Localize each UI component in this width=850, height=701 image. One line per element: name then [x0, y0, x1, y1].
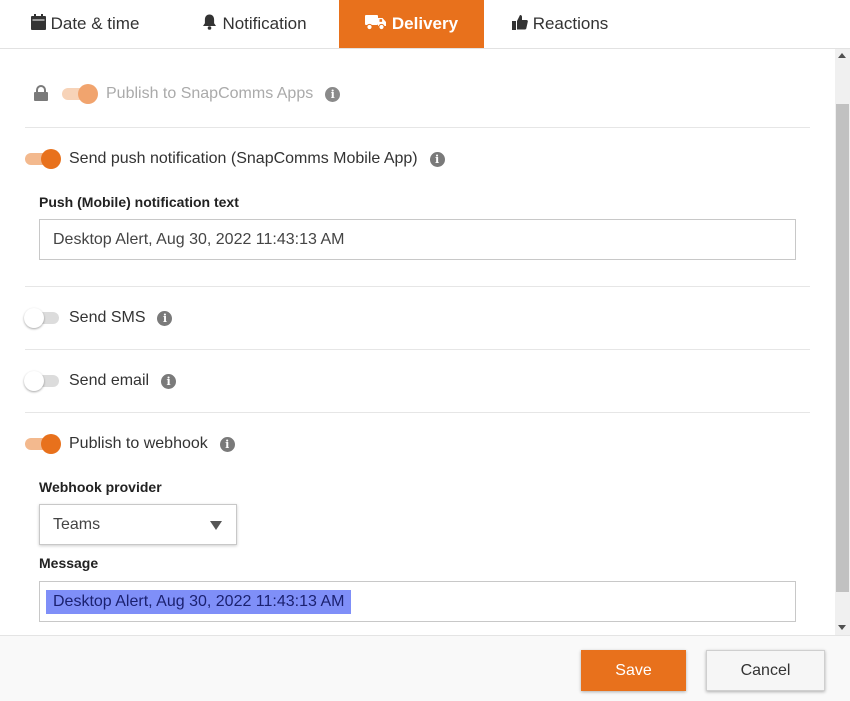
webhook-label: Publish to webhook	[69, 435, 208, 452]
cancel-button[interactable]: Cancel	[706, 650, 825, 691]
publish-apps-label: Publish to SnapComms Apps	[106, 85, 314, 102]
tab-date-time[interactable]: Date & time	[0, 0, 170, 48]
tab-notification[interactable]: Notification	[170, 0, 339, 48]
webhook-provider-select[interactable]: Teams	[39, 504, 237, 545]
webhook-provider-value: Teams	[53, 515, 101, 533]
push-notification-label: Send push notification (SnapComms Mobile…	[69, 150, 418, 167]
divider	[25, 349, 810, 350]
option-sms: Send SMS i	[24, 307, 173, 329]
thumbs-up-icon	[511, 14, 528, 35]
push-text-value: Desktop Alert, Aug 30, 2022 11:43:13 AM	[53, 230, 345, 248]
info-icon[interactable]: i	[161, 373, 177, 389]
sms-toggle[interactable]	[24, 307, 61, 329]
scrollbar[interactable]	[835, 49, 850, 635]
truck-icon	[364, 14, 387, 35]
save-button[interactable]: Save	[581, 650, 686, 691]
tab-date-time-label: Date & time	[50, 14, 140, 33]
option-publish-apps: Publish to SnapComms Apps i	[62, 83, 341, 105]
sms-label: Send SMS	[69, 309, 146, 326]
webhook-provider-label: Webhook provider	[39, 479, 162, 495]
info-icon[interactable]: i	[429, 151, 445, 167]
tab-notification-label: Notification	[222, 14, 307, 33]
message-input[interactable]: Desktop Alert, Aug 30, 2022 11:43:13 AM	[39, 581, 796, 622]
bell-icon	[202, 14, 217, 35]
info-icon[interactable]: i	[325, 86, 341, 102]
email-toggle[interactable]	[24, 370, 61, 392]
tab-reactions-label: Reactions	[532, 14, 609, 33]
scrollbar-thumb[interactable]	[836, 104, 849, 592]
calendar-icon	[30, 13, 46, 35]
info-icon[interactable]: i	[157, 310, 173, 326]
dialog-footer: Save Cancel	[0, 635, 850, 701]
divider	[25, 412, 810, 413]
info-icon[interactable]: i	[219, 436, 235, 452]
scroll-down-icon[interactable]	[838, 625, 846, 630]
option-webhook: Publish to webhook i	[25, 433, 235, 455]
divider	[25, 127, 810, 128]
publish-apps-toggle	[62, 83, 98, 105]
delivery-panel	[0, 49, 835, 635]
tab-bar: Date & time Notification Delivery Reacti…	[0, 0, 850, 49]
tab-reactions[interactable]: Reactions	[484, 0, 636, 48]
push-text-label: Push (Mobile) notification text	[39, 194, 239, 210]
email-label: Send email	[69, 372, 150, 389]
option-push-notification: Send push notification (SnapComms Mobile…	[25, 148, 445, 170]
message-value: Desktop Alert, Aug 30, 2022 11:43:13 AM	[46, 589, 352, 614]
chevron-down-icon	[210, 521, 222, 530]
option-email: Send email i	[24, 370, 177, 392]
webhook-toggle[interactable]	[25, 433, 61, 455]
tab-delivery-label: Delivery	[391, 14, 459, 33]
lock-icon	[34, 85, 48, 101]
scroll-up-icon[interactable]	[838, 53, 846, 58]
push-text-input[interactable]: Desktop Alert, Aug 30, 2022 11:43:13 AM	[39, 219, 796, 260]
push-notification-toggle[interactable]	[25, 148, 61, 170]
divider	[25, 286, 810, 287]
message-label: Message	[39, 555, 99, 571]
tab-delivery[interactable]: Delivery	[339, 0, 484, 48]
